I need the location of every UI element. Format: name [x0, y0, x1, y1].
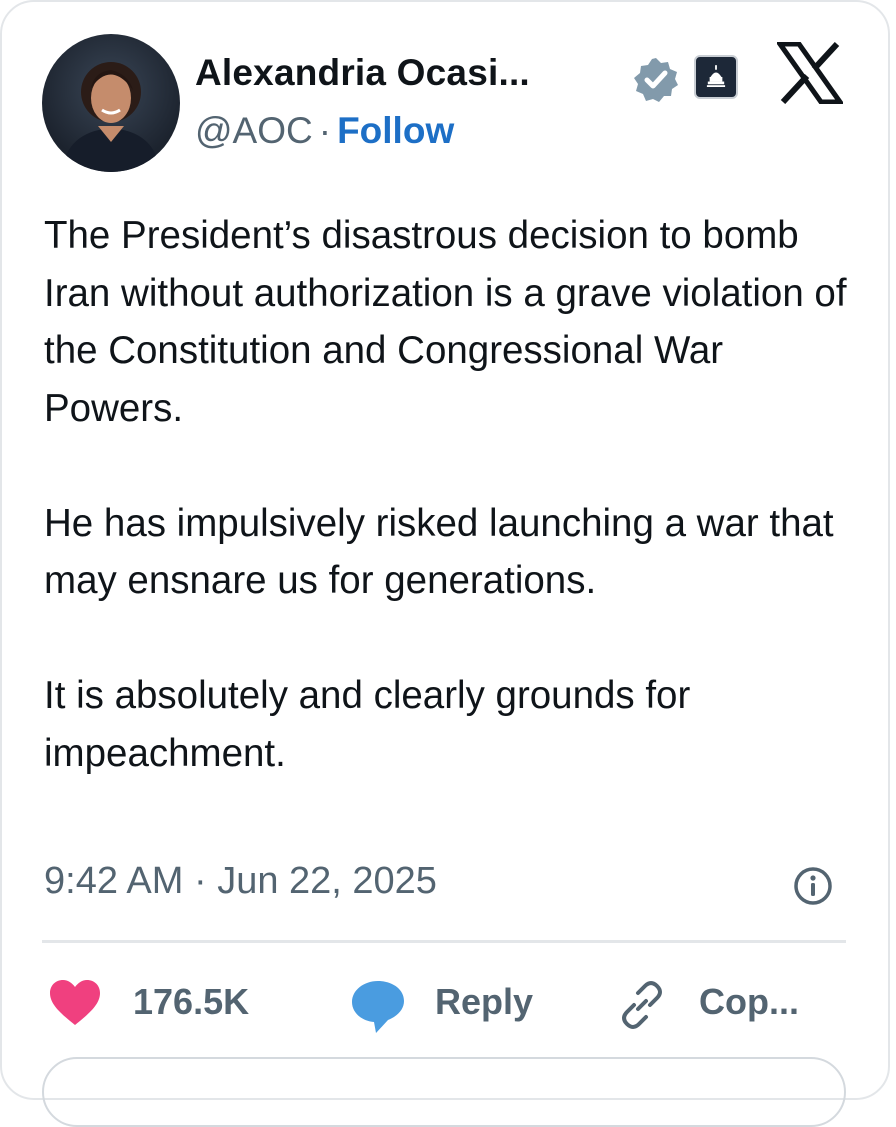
capitol-icon	[706, 65, 726, 87]
tweet-paragraph: It is absolutely and clearly grounds for…	[44, 674, 691, 775]
heart-icon[interactable]	[48, 979, 102, 1027]
tweet-text: The President’s disastrous decision to b…	[44, 207, 864, 782]
link-icon[interactable]	[616, 979, 668, 1031]
like-count[interactable]: 176.5K	[133, 981, 249, 1023]
read-replies-button[interactable]	[42, 1057, 846, 1127]
avatar-image	[62, 62, 160, 172]
verified-badge-icon	[634, 58, 678, 102]
copy-link-button[interactable]: Cop...	[699, 981, 799, 1023]
avatar[interactable]	[42, 34, 180, 172]
tweet-paragraph: The President’s disastrous decision to b…	[44, 214, 847, 430]
tweet-card: Alexandria Ocasi... @AOC · Follow The Pres…	[0, 0, 890, 1127]
action-bar: 176.5K Reply Cop...	[2, 967, 896, 1037]
tweet-paragraph: He has impulsively risked launching a wa…	[44, 501, 834, 603]
affiliation-badge-icon[interactable]	[694, 55, 738, 99]
handle-row: @AOC · Follow	[195, 110, 454, 152]
info-icon[interactable]	[793, 866, 833, 906]
follow-button[interactable]: Follow	[337, 110, 454, 151]
x-logo-icon[interactable]	[777, 42, 843, 104]
divider	[42, 940, 846, 943]
author-name[interactable]: Alexandria Ocasi...	[195, 52, 530, 94]
separator-dot: ·	[318, 110, 332, 151]
reply-button[interactable]: Reply	[435, 981, 533, 1023]
tweet-timestamp[interactable]: 9:42 AM · Jun 22, 2025	[44, 860, 437, 903]
author-handle[interactable]: @AOC	[195, 110, 313, 151]
reply-bubble-icon[interactable]	[350, 978, 406, 1034]
